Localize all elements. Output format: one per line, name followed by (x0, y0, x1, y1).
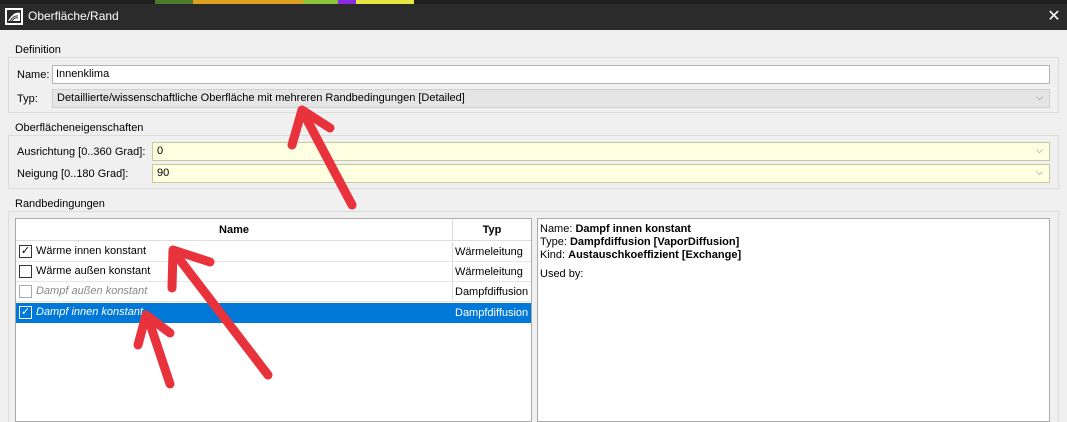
row-checkbox[interactable] (19, 285, 32, 298)
row-name: Wärme innen konstant (36, 245, 147, 257)
details-type-value: Dampfdiffusion [VaporDiffusion] (569, 236, 740, 248)
table-row[interactable]: Dampf außen konstant Dampfdiffusion (16, 282, 531, 302)
column-header-type[interactable]: Typ (453, 219, 531, 241)
row-type: Wärmeleitung (453, 262, 531, 282)
row-type: Dampfdiffusion (453, 282, 531, 302)
details-kind-line: Kind: Austauschkoeffizient [Exchange] (540, 249, 742, 261)
row-checkbox[interactable]: ✓ (19, 306, 32, 319)
inclination-value: 90 (157, 167, 170, 179)
details-kind-value: Austauschkoeffizient [Exchange] (568, 249, 742, 261)
row-checkbox[interactable] (19, 265, 32, 278)
orientation-value: 0 (157, 145, 164, 157)
definition-group-label: Definition (15, 44, 61, 56)
row-name: Wärme außen konstant (36, 265, 151, 277)
chevron-down-icon: ⌵ (1036, 167, 1043, 177)
row-checkbox[interactable]: ✓ (19, 245, 32, 258)
inclination-label: Neigung [0..180 Grad]: (17, 168, 129, 180)
type-label: Typ: (17, 93, 38, 105)
row-name: Dampf innen konstant (36, 306, 144, 318)
boundary-table: Name Typ ✓ Wärme innen konstant Wärmelei… (15, 218, 532, 422)
type-select-value: Detaillierte/wissenschaftliche Oberfläch… (57, 92, 465, 104)
details-name-line: Name: Dampf innen konstant (540, 223, 691, 235)
details-panel: Name: Dampf innen konstant Type: Dampfdi… (537, 218, 1050, 422)
window-title: Oberfläche/Rand (28, 9, 119, 23)
details-used-by: Used by: (540, 268, 584, 280)
column-header-name[interactable]: Name (16, 219, 453, 241)
orientation-select[interactable]: 0 ⌵ (152, 142, 1050, 161)
table-row[interactable]: Wärme außen konstant Wärmeleitung (16, 262, 531, 282)
details-type-line: Type: Dampfdiffusion [VaporDiffusion] (540, 236, 740, 248)
surface-group-label: Oberflächeneigenschaften (15, 122, 144, 134)
details-name-value: Dampf innen konstant (575, 223, 691, 235)
inclination-select[interactable]: 90 ⌵ (152, 164, 1050, 183)
title-bar[interactable]: Oberfläche/Rand ✕ (0, 4, 1067, 30)
chevron-down-icon: ⌵ (1036, 92, 1043, 102)
row-type: Dampfdiffusion (453, 303, 531, 323)
row-name: Dampf außen konstant (36, 285, 148, 297)
close-icon[interactable]: ✕ (1041, 4, 1067, 30)
orientation-label: Ausrichtung [0..360 Grad]: (17, 146, 146, 158)
type-select[interactable]: Detaillierte/wissenschaftliche Oberfläch… (52, 89, 1050, 108)
app-logo-icon (5, 8, 23, 25)
chevron-down-icon: ⌵ (1036, 145, 1043, 155)
row-type: Wärmeleitung (453, 242, 531, 262)
boundary-group-label: Randbedingungen (15, 198, 105, 210)
table-row[interactable]: ✓ Wärme innen konstant Wärmeleitung (16, 242, 531, 262)
table-row-selected[interactable]: ✓ Dampf innen konstant Dampfdiffusion (16, 303, 531, 323)
name-label: Name: (17, 69, 50, 81)
table-header: Name Typ (16, 219, 531, 241)
name-input[interactable]: Innenklima (52, 65, 1050, 84)
